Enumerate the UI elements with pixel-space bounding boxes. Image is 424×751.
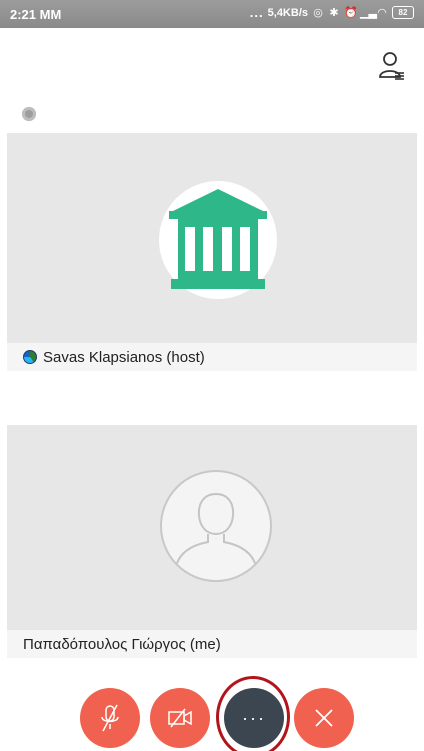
participants-list-icon[interactable] xyxy=(378,50,406,82)
bluetooth-icon: ✱ xyxy=(329,6,339,19)
video-toggle-button[interactable] xyxy=(150,688,210,748)
network-speed: 5,4KB/s xyxy=(267,6,308,19)
more-options-label: ··· xyxy=(242,707,266,728)
host-badge-icon xyxy=(23,350,37,364)
status-time: 2:21 MM xyxy=(10,7,62,22)
end-call-button[interactable] xyxy=(294,688,354,748)
video-tile-host[interactable] xyxy=(7,133,417,343)
call-controls: ··· xyxy=(0,672,424,751)
participant-name-host: Savas Klapsianos (host) xyxy=(7,343,417,371)
signal-icon: ▁▃ xyxy=(360,6,377,19)
mute-button[interactable] xyxy=(80,688,140,748)
institution-icon xyxy=(159,181,277,299)
wifi-icon: ◠ xyxy=(377,6,387,19)
participant-name-me: Παπαδόπουλος Γιώργος (me) xyxy=(7,630,417,658)
video-camera-icon xyxy=(168,708,192,728)
host-name-label: Savas Klapsianos (host) xyxy=(43,348,205,366)
alarm-icon: ⏰ xyxy=(344,6,358,19)
meeting-screen: 2:21 MM ... 5,4KB/s ◎ ✱ ⏰ ▁▃ ◠ 82 Savas … xyxy=(0,0,424,751)
more-options-button[interactable]: ··· xyxy=(224,688,284,748)
status-bar: 2:21 MM ... 5,4KB/s ◎ ✱ ⏰ ▁▃ ◠ 82 xyxy=(0,0,424,28)
status-right: ... 5,4KB/s ◎ ✱ ⏰ ▁▃ ◠ 82 xyxy=(250,5,414,20)
battery-icon: 82 xyxy=(392,6,414,19)
hotspot-icon: ◎ xyxy=(313,6,323,19)
me-name-label: Παπαδόπουλος Γιώργος (me) xyxy=(23,635,221,653)
close-icon xyxy=(315,709,333,727)
connection-status-dot xyxy=(22,107,36,121)
notification-dots: ... xyxy=(249,5,264,20)
default-user-icon xyxy=(160,470,272,582)
video-tile-me[interactable] xyxy=(7,425,417,630)
microphone-off-icon xyxy=(101,704,119,732)
